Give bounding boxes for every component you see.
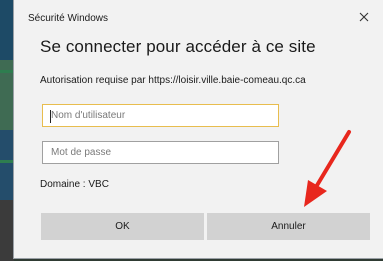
authorization-message: Autorisation requise par https://loisir.…	[40, 75, 306, 86]
ok-button[interactable]: OK	[41, 213, 204, 240]
red-arrow-annotation	[304, 130, 351, 207]
background-tab-marker	[0, 160, 14, 163]
username-placeholder: Nom d'utilisateur	[51, 110, 126, 121]
close-icon	[359, 12, 369, 22]
password-placeholder: Mot de passe	[51, 147, 112, 158]
background-tab-marker	[0, 70, 14, 73]
window-title: Sécurité Windows	[28, 13, 109, 24]
text-caret	[50, 110, 51, 123]
cancel-button[interactable]: Annuler	[207, 213, 370, 240]
background-window-edge	[0, 0, 14, 261]
username-field[interactable]: Nom d'utilisateur	[42, 104, 279, 127]
dialog-heading: Se connecter pour accéder à ce site	[40, 37, 316, 56]
domain-label: Domaine : VBC	[40, 179, 109, 190]
close-button[interactable]	[355, 8, 373, 26]
password-field[interactable]: Mot de passe	[42, 141, 279, 164]
